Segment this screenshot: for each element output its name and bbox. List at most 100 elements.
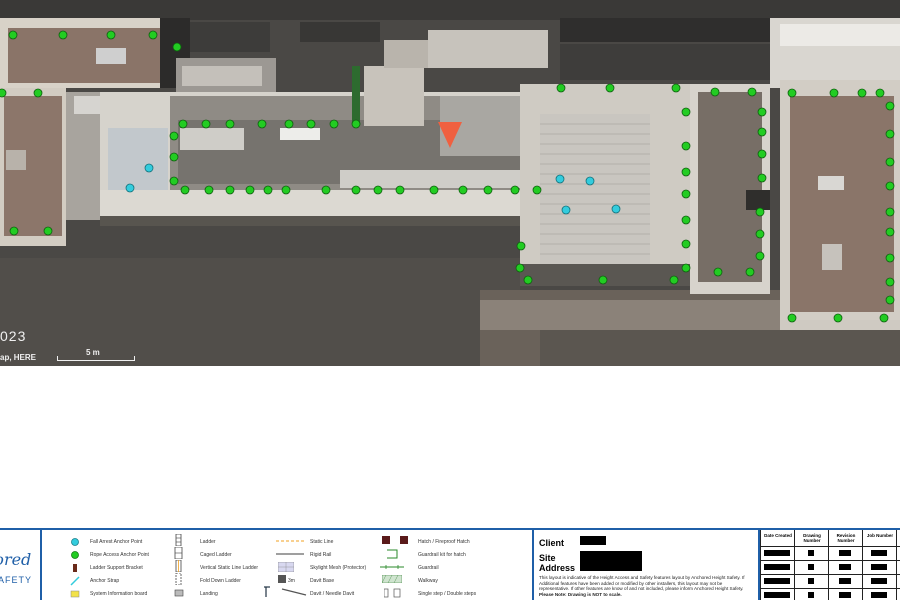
rope-access-anchor-icon[interactable] — [351, 119, 361, 129]
rope-access-anchor-icon[interactable] — [43, 226, 53, 236]
rope-access-anchor-icon[interactable] — [329, 119, 339, 129]
rope-access-anchor-icon[interactable] — [879, 313, 889, 323]
rope-access-anchor-icon[interactable] — [755, 229, 765, 239]
rope-access-anchor-icon[interactable] — [605, 83, 615, 93]
rope-access-anchor-icon[interactable] — [669, 275, 679, 285]
rope-access-anchor-icon[interactable] — [681, 239, 691, 249]
rope-access-anchor-icon[interactable] — [681, 141, 691, 151]
rope-access-anchor-icon[interactable] — [757, 173, 767, 183]
rope-access-anchor-icon[interactable] — [885, 277, 895, 287]
legend-label: Davit Base — [310, 578, 335, 584]
rope-access-anchor-icon[interactable] — [373, 185, 383, 195]
rope-access-anchor-icon[interactable] — [225, 119, 235, 129]
rope-access-anchor-icon[interactable] — [306, 119, 316, 129]
rope-access-anchor-icon[interactable] — [885, 295, 895, 305]
rope-access-anchor-icon[interactable] — [245, 185, 255, 195]
rope-access-anchor-icon[interactable] — [515, 263, 525, 273]
rope-access-anchor-icon[interactable] — [8, 30, 18, 40]
rope-access-anchor-icon[interactable] — [483, 185, 493, 195]
rope-access-anchor-icon[interactable] — [9, 226, 19, 236]
rope-access-anchor-icon[interactable] — [429, 185, 439, 195]
column-header: Date Created — [764, 533, 792, 538]
rope-access-anchor-icon[interactable] — [257, 119, 267, 129]
rope-access-anchor-icon[interactable] — [681, 167, 691, 177]
rope-access-anchor-icon[interactable] — [169, 152, 179, 162]
rope-access-anchor-icon[interactable] — [169, 131, 179, 141]
fall-arrest-anchor-icon[interactable] — [561, 205, 571, 215]
rope-access-anchor-icon[interactable] — [523, 275, 533, 285]
rope-access-anchor-icon[interactable] — [713, 267, 723, 277]
rope-access-anchor-icon[interactable] — [885, 181, 895, 191]
rope-access-anchor-icon[interactable] — [510, 185, 520, 195]
rope-access-anchor-icon[interactable] — [755, 251, 765, 261]
fall-arrest-anchor-icon[interactable] — [125, 183, 135, 193]
fall-arrest-anchor-icon[interactable] — [555, 174, 565, 184]
rope-access-anchor-icon[interactable] — [681, 189, 691, 199]
legend-label: Skylight Mesh (Protector) — [310, 565, 367, 571]
redacted-cell — [871, 550, 887, 556]
scale-bar — [57, 356, 135, 361]
anchor-strap-icon — [70, 576, 80, 586]
rope-access-anchor-icon[interactable] — [263, 185, 273, 195]
rope-access-anchor-icon[interactable] — [757, 149, 767, 159]
rope-access-anchor-icon[interactable] — [681, 215, 691, 225]
rope-access-anchor-icon[interactable] — [106, 30, 116, 40]
rope-access-anchor-icon[interactable] — [172, 42, 182, 52]
rope-access-anchor-icon[interactable] — [745, 267, 755, 277]
legend-label: Ladder Support Bracket — [90, 565, 143, 571]
rope-access-anchor-icon[interactable] — [178, 119, 188, 129]
rope-access-anchor-icon[interactable] — [0, 88, 7, 98]
rope-access-anchor-icon[interactable] — [681, 263, 691, 273]
rope-access-anchor-icon[interactable] — [201, 119, 211, 129]
rope-access-anchor-icon[interactable] — [787, 313, 797, 323]
rope-access-anchor-icon[interactable] — [169, 176, 179, 186]
legend: Fall Arrest Anchor Point Rope Access Anc… — [44, 530, 534, 600]
rope-access-anchor-icon[interactable] — [148, 30, 158, 40]
rope-access-anchor-icon[interactable] — [710, 87, 720, 97]
rope-access-anchor-icon[interactable] — [885, 227, 895, 237]
rope-access-anchor-icon[interactable] — [885, 207, 895, 217]
map-attribution: ap, HERE — [0, 353, 37, 362]
rope-access-anchor-icon[interactable] — [58, 30, 68, 40]
rope-access-anchor-icon[interactable] — [33, 88, 43, 98]
rope-access-anchor-icon[interactable] — [281, 185, 291, 195]
rope-access-anchor-icon[interactable] — [671, 83, 681, 93]
rope-access-anchor-icon[interactable] — [532, 185, 542, 195]
rope-access-anchor-icon[interactable] — [395, 185, 405, 195]
redacted-cell — [808, 550, 814, 556]
rope-access-anchor-icon[interactable] — [225, 185, 235, 195]
rope-access-anchor-icon[interactable] — [681, 107, 691, 117]
rope-access-anchor-icon[interactable] — [598, 275, 608, 285]
rope-access-anchor-icon[interactable] — [755, 207, 765, 217]
rope-access-anchor-icon[interactable] — [833, 313, 843, 323]
fall-arrest-anchor-icon — [71, 538, 79, 546]
rope-access-anchor-icon[interactable] — [885, 129, 895, 139]
rope-access-anchor-icon[interactable] — [556, 83, 566, 93]
rope-access-anchor-icon[interactable] — [458, 185, 468, 195]
rope-access-anchor-icon[interactable] — [284, 119, 294, 129]
rope-access-anchor-icon[interactable] — [885, 157, 895, 167]
legend-label: System Information board — [90, 591, 148, 597]
fall-arrest-anchor-icon[interactable] — [611, 204, 621, 214]
rope-access-anchor-icon[interactable] — [875, 88, 885, 98]
rope-access-anchor-icon[interactable] — [787, 88, 797, 98]
rope-access-anchor-icon[interactable] — [516, 241, 526, 251]
rope-access-anchor-icon[interactable] — [857, 88, 867, 98]
rope-access-anchor-icon[interactable] — [885, 101, 895, 111]
davit-base-size: 3m — [288, 578, 295, 584]
rope-access-anchor-icon[interactable] — [180, 185, 190, 195]
rope-access-anchor-icon[interactable] — [829, 88, 839, 98]
aerial-map[interactable] — [0, 0, 900, 366]
rope-access-anchor-icon[interactable] — [757, 127, 767, 137]
rope-access-anchor-icon[interactable] — [321, 185, 331, 195]
rope-access-anchor-icon[interactable] — [204, 185, 214, 195]
column-header: Job Number — [866, 533, 894, 538]
rope-access-anchor-icon[interactable] — [757, 107, 767, 117]
legend-label: Static Line — [310, 539, 334, 545]
rope-access-anchor-icon[interactable] — [885, 253, 895, 263]
rope-access-anchor-icon[interactable] — [747, 87, 757, 97]
rope-access-anchor-icon[interactable] — [351, 185, 361, 195]
caged-ladder-icon — [174, 547, 183, 559]
fall-arrest-anchor-icon[interactable] — [585, 176, 595, 186]
fall-arrest-anchor-icon[interactable] — [144, 163, 154, 173]
